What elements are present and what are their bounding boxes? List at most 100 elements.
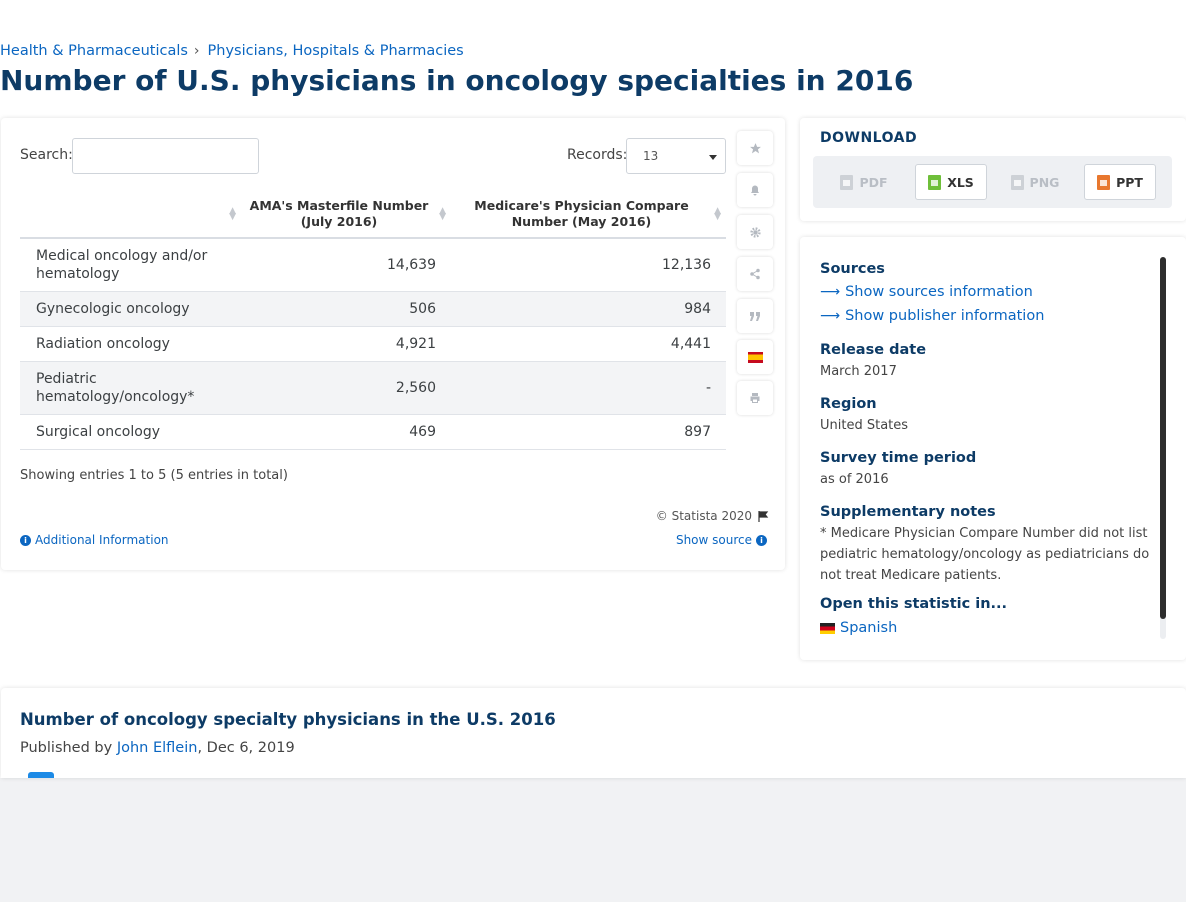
copyright-text: © Statista 2020 bbox=[655, 509, 752, 523]
release-date-heading: Release date bbox=[820, 342, 927, 358]
png-file-icon bbox=[1010, 174, 1024, 190]
table-cell-ama: 2,560 bbox=[241, 361, 451, 415]
settings-button[interactable] bbox=[737, 215, 773, 249]
description-title: Number of oncology specialty physicians … bbox=[20, 710, 556, 729]
flag-icon[interactable] bbox=[758, 510, 769, 522]
statistic-info-panel: Sources ⟶ Show sources information ⟶ Sho… bbox=[800, 237, 1186, 660]
table-cell-medicare: - bbox=[451, 361, 726, 415]
page-title: Number of U.S. physicians in oncology sp… bbox=[0, 64, 914, 97]
supplementary-notes-value: * Medicare Physician Compare Number did … bbox=[820, 526, 1150, 583]
table-cell-medicare: 4,441 bbox=[451, 326, 726, 362]
supplementary-notes-heading: Supplementary notes bbox=[820, 504, 996, 520]
region-value: United States bbox=[820, 418, 909, 433]
open-in-heading: Open this statistic in... bbox=[820, 596, 1008, 612]
download-ppt-button[interactable]: PPT bbox=[1084, 164, 1156, 200]
table-cell-ama: 506 bbox=[241, 291, 451, 327]
table-cell-category: Pediatric hematology/oncology* bbox=[20, 361, 241, 415]
download-xls-button[interactable]: XLS bbox=[915, 164, 987, 200]
pdf-file-icon bbox=[840, 174, 854, 190]
column-header-ama[interactable]: AMA's Masterfile Number (July 2016) ▲ ▼ bbox=[241, 190, 451, 239]
column-header-category[interactable]: ▲ ▼ bbox=[20, 190, 241, 239]
data-table: ▲ ▼ AMA's Masterfile Number (July 2016) ▲… bbox=[20, 190, 726, 450]
info-content: Sources ⟶ Show sources information ⟶ Sho… bbox=[820, 261, 1150, 640]
notification-button[interactable] bbox=[737, 173, 773, 207]
table-cell-category: Gynecologic oncology bbox=[20, 291, 241, 327]
bell-icon bbox=[751, 185, 759, 195]
records-select[interactable]: 13 bbox=[626, 138, 726, 174]
sort-icon: ▲ ▼ bbox=[229, 206, 236, 222]
records-select-value: 13 bbox=[643, 149, 659, 163]
table-row: Pediatric hematology/oncology* 2,560 - bbox=[20, 361, 726, 415]
download-button-group: PDF XLS PNG PPT bbox=[813, 156, 1172, 208]
table-cell-ama: 469 bbox=[241, 414, 451, 450]
download-pdf-button[interactable]: PDF bbox=[828, 164, 900, 200]
ppt-file-icon bbox=[1097, 174, 1111, 190]
statistic-table-panel: Search: Records: 13 ▲ ▼ AMA's Masterfile … bbox=[1, 118, 785, 570]
show-source-link[interactable]: Show source i bbox=[676, 533, 767, 547]
favorite-button[interactable] bbox=[737, 131, 773, 165]
breadcrumb-link-health[interactable]: Health & Pharmaceuticals bbox=[0, 43, 188, 59]
published-by-label: Published by bbox=[20, 740, 113, 756]
statistic-description-panel: Number of oncology specialty physicians … bbox=[1, 688, 1186, 778]
spanish-flag-icon bbox=[747, 351, 763, 363]
flag-icon bbox=[820, 622, 835, 634]
star-icon bbox=[749, 142, 761, 153]
table-cell-ama: 14,639 bbox=[241, 238, 451, 292]
author-link[interactable]: John Elflein bbox=[117, 740, 198, 756]
table-row: Surgical oncology 469 897 bbox=[20, 414, 726, 450]
sort-icon: ▲ ▼ bbox=[714, 206, 721, 222]
sort-icon: ▲ ▼ bbox=[439, 206, 446, 222]
region-heading: Region bbox=[820, 396, 877, 412]
arrow-right-icon: ⟶ bbox=[820, 284, 841, 300]
share-button[interactable] bbox=[737, 257, 773, 291]
search-label: Search: bbox=[20, 147, 73, 163]
breadcrumb-separator: › bbox=[193, 43, 200, 59]
copyright: © Statista 2020 bbox=[656, 509, 769, 523]
tab-indicator[interactable] bbox=[28, 772, 54, 778]
survey-period-value: as of 2016 bbox=[820, 472, 889, 487]
show-source-label: Show source bbox=[675, 533, 752, 547]
table-row: Radiation oncology 4,921 4,441 bbox=[20, 326, 726, 362]
table-cell-medicare: 984 bbox=[451, 291, 726, 327]
sources-heading: Sources bbox=[820, 261, 885, 277]
publish-date: , Dec 6, 2019 bbox=[197, 740, 295, 756]
show-sources-link[interactable]: ⟶ Show sources information bbox=[820, 280, 1150, 304]
published-by: Published by John Elflein, Dec 6, 2019 bbox=[20, 740, 295, 756]
chevron-down-icon bbox=[709, 155, 717, 160]
spanish-version-button[interactable] bbox=[737, 340, 773, 374]
survey-period-heading: Survey time period bbox=[820, 450, 977, 466]
show-publisher-link[interactable]: ⟶ Show publisher information bbox=[820, 304, 1150, 328]
table-cell-medicare: 12,136 bbox=[451, 238, 726, 292]
table-cell-medicare: 897 bbox=[451, 414, 726, 450]
info-icon: i bbox=[756, 534, 767, 546]
arrow-right-icon: ⟶ bbox=[820, 308, 841, 324]
download-panel: DOWNLOAD PDF XLS PNG PPT bbox=[800, 118, 1186, 221]
quote-icon bbox=[750, 311, 760, 321]
records-label: Records: bbox=[567, 147, 628, 163]
table-cell-category: Surgical oncology bbox=[20, 414, 241, 450]
info-scrollbar-thumb[interactable] bbox=[1160, 257, 1166, 619]
column-header-medicare[interactable]: Medicare's Physician Compare Number (May… bbox=[451, 190, 726, 239]
table-cell-ama: 4,921 bbox=[241, 326, 451, 362]
xls-file-icon bbox=[928, 174, 942, 190]
additional-information-label: Additional Information bbox=[35, 533, 169, 547]
download-png-button[interactable]: PNG bbox=[999, 164, 1071, 200]
print-icon bbox=[750, 393, 760, 403]
release-date-value: March 2017 bbox=[820, 364, 897, 379]
table-cell-category: Medical oncology and/or hematology bbox=[20, 238, 241, 292]
gear-icon bbox=[749, 226, 761, 238]
cite-button[interactable] bbox=[737, 299, 773, 333]
entries-info: Showing entries 1 to 5 (5 entries in tot… bbox=[20, 468, 288, 483]
additional-information-link[interactable]: i Additional Information bbox=[20, 533, 169, 547]
breadcrumb-link-physicians[interactable]: Physicians, Hospitals & Pharmacies bbox=[208, 43, 464, 59]
open-in-spanish-link[interactable]: Spanish bbox=[820, 616, 1150, 640]
table-row: Gynecologic oncology 506 984 bbox=[20, 291, 726, 327]
share-icon bbox=[750, 268, 760, 280]
table-header-row: ▲ ▼ AMA's Masterfile Number (July 2016) ▲… bbox=[20, 190, 726, 239]
search-input[interactable] bbox=[72, 138, 259, 174]
download-title: DOWNLOAD bbox=[820, 130, 918, 146]
table-cell-category: Radiation oncology bbox=[20, 326, 241, 362]
info-scrollbar[interactable] bbox=[1160, 257, 1166, 639]
table-row: Medical oncology and/or hematology 14,63… bbox=[20, 238, 726, 292]
print-button[interactable] bbox=[737, 381, 773, 415]
